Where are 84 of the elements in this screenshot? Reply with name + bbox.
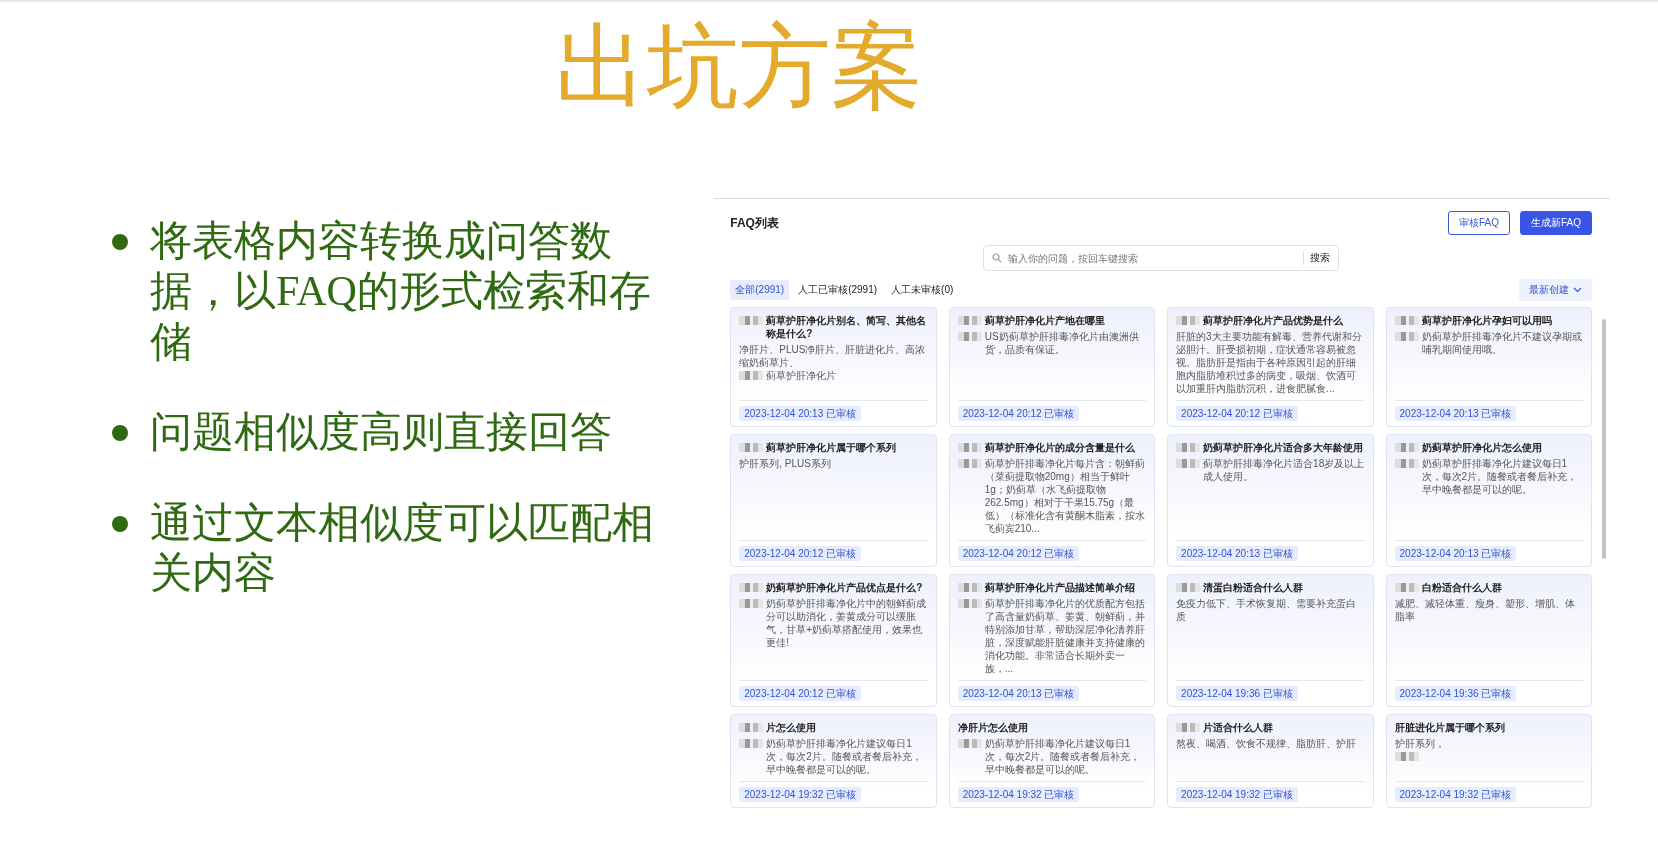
filter-tab[interactable]: 人工未审核(0) (886, 280, 959, 300)
review-button[interactable]: 审核FAQ (1447, 211, 1510, 235)
review-tag: 2023-12-04 20:12 已审核 (739, 546, 861, 561)
faq-answer: 奶蓟草护肝排毒净化片建议每日1次，每次2片。随餐或者餐后补充，早中晚餐都是可以的呢。 (1421, 457, 1579, 496)
faq-answer: 蓟草护肝排毒净化片适合18岁及以上成人使用。 (1203, 457, 1365, 483)
faq-answer: 蓟草护肝排毒净化片每片含：朝鲜蓟（菜蓟提取物20mg）相当于鲜叶1g；奶蓟草（水飞蓟提取物262.5mg）相对于干果15.75g（最低）（标准化含有黄酮木脂素，按水飞蓟宾210... (984, 457, 1146, 535)
faq-answer: 蓟草护肝排毒净化片的优质配方包括了高含量奶蓟草、姜黄、朝鲜蓟，并特别添加甘草，帮助深层净化清养肝脏，深度赋能肝脏健康并支持健康的消化功能。非常适合长期外卖一族，... (984, 597, 1146, 675)
faq-question: 蓟草护肝净化片的成分含量是什么 (984, 441, 1136, 454)
review-tag: 2023-12-04 20:12 已审核 (957, 406, 1080, 421)
filter-tab[interactable]: 人工已审核(2991) (793, 280, 883, 300)
review-tag: 2023-12-04 20:13 已审核 (957, 686, 1080, 701)
faq-card[interactable]: 清蛋白粉适合什么人群 免疫力低下、手术恢复期、需要补充蛋白质 2023-12-04 19:36 已审核 (1167, 574, 1374, 707)
faq-question: 白粉适合什么人群 (1421, 581, 1503, 594)
generate-button[interactable]: 生成新FAQ (1520, 211, 1592, 235)
faq-question: 蓟草护肝净化片产品描述简单介绍 (984, 581, 1136, 594)
faq-card[interactable]: 蓟草护肝净化片孕妇可以用吗 奶蓟草护肝排毒净化片不建议孕期或哺乳期间使用哦。 2023-12-04 20:13 已审核 (1385, 307, 1592, 427)
faq-answer: US奶蓟草护肝排毒净化片由澳洲供货，品质有保证。 (984, 330, 1140, 356)
review-tag: 2023-12-04 19:32 已审核 (1176, 787, 1298, 802)
faq-card[interactable]: 奶蓟草护肝净化片适合多大年龄使用 蓟草护肝排毒净化片适合18岁及以上成人使用。 2023-12-04 20:13 已审核 (1167, 434, 1374, 567)
faq-card[interactable]: 蓟草护肝净化片产品描述简单介绍 蓟草护肝排毒净化片的优质配方包括了高含量奶蓟草、姜黄、朝鲜蓟，并特别添加甘草，帮助深层净化清养肝脏，深度赋能肝脏健康并支持健康的消化功能。非常适合长期外卖一族，... 2023-12-04 20:13 已审核 (948, 574, 1156, 707)
faq-card[interactable]: 蓟草护肝净化片别名、简写、其他名称是什么? 净肝片、PLUS净肝片、肝脏进化片、高浓缩奶蓟草片、 蓟草护肝净化片 2023-12-04 20:13 已审核 (730, 307, 937, 427)
faq-card[interactable]: 片适合什么人群 熬夜、喝酒、饮食不规律、脂肪肝、护肝 2023-12-04 19:32 已审核 (1167, 714, 1374, 808)
faq-question: 片怎么使用 (766, 721, 818, 734)
search-icon (992, 253, 1003, 263)
faq-question: 奶蓟草护肝净化片产品优点是什么? (766, 581, 924, 594)
faq-card[interactable]: 蓟草护肝净化片属于哪个系列 护肝系列, PLUS系列 2023-12-04 20:12 已审核 (730, 434, 937, 567)
faq-answer: 减肥、减轻体重、瘦身、塑形、增肌、体脂率 (1394, 597, 1576, 623)
panel-title: FAQ列表 (730, 214, 779, 232)
faq-answer: 奶蓟草护肝排毒净化片建议每日1次，每次2片。随餐或者餐后补充，早中晚餐都是可以的呢。 (984, 737, 1142, 776)
review-tag: 2023-12-04 19:32 已审核 (1394, 787, 1517, 802)
faq-card[interactable]: 奶蓟草护肝净化片怎么使用 奶蓟草护肝排毒净化片建议每日1次，每次2片。随餐或者餐后补充，早中晚餐都是可以的呢。 2023-12-04 20:13 已审核 (1385, 434, 1592, 567)
faq-answer: 奶蓟草护肝排毒净化片建议每日1次，每次2片。随餐或者餐后补充，早中晚餐都是可以的呢。 (766, 737, 923, 776)
faq-answer: 净肝片、PLUS净肝片、肝脏进化片、高浓缩奶蓟草片、 (739, 343, 927, 369)
faq-card[interactable]: 肝脏进化片属于哪个系列 护肝系列， 2023-12-04 19:32 已审核 (1385, 714, 1592, 808)
review-tag: 2023-12-04 20:13 已审核 (1394, 546, 1517, 561)
faq-card[interactable]: 蓟草护肝净化片产地在哪里 US奶蓟草护肝排毒净化片由澳洲供货，品质有保证。 2023-12-04 20:12 已审核 (948, 307, 1156, 427)
filter-tab[interactable]: 全部(2991) (730, 280, 790, 300)
faq-answer: 护肝系列, PLUS系列 (739, 457, 832, 470)
faq-card[interactable]: 蓟草护肝净化片的成分含量是什么 蓟草护肝排毒净化片每片含：朝鲜蓟（菜蓟提取物20mg）相当于鲜叶1g；奶蓟草（水飞蓟提取物262.5mg）相对于干果15.75g（最低）（标准化含有黄酮木脂素，按水飞蓟宾210... 2023-12-04 20:12 已审核 (948, 434, 1156, 567)
search-button[interactable]: 搜索 (1303, 251, 1331, 265)
bullet-icon (112, 515, 128, 532)
faq-answer: 肝脏的3大主要功能有解毒、营养代谢和分泌胆汁。肝受损初期，症状通常容易被忽视。脂肪肝是指由于各种原因引起的肝细胞内脂肪堆积过多的病变，吸烟、饮酒可以加重肝内脂肪沉积，进食肥腻食... (1176, 330, 1363, 395)
bullet-text: 将表格内容转换成问答数据，以FAQ的形式检索和存储 (150, 217, 652, 367)
review-tag: 2023-12-04 20:12 已审核 (957, 546, 1080, 561)
faq-card[interactable]: 净肝片怎么使用 奶蓟草护肝排毒净化片建议每日1次，每次2片。随餐或者餐后补充，早中晚餐都是可以的呢。 2023-12-04 19:32 已审核 (948, 714, 1156, 808)
chevron-down-icon (1573, 287, 1582, 293)
faq-answer: 奶蓟草护肝排毒净化片中的朝鲜蓟成分可以助消化，姜黄成分可以缓胀气，甘草+奶蓟草搭配使用，效果也更佳! (766, 597, 928, 649)
faq-question: 蓟草护肝净化片孕妇可以用吗 (1421, 314, 1553, 327)
review-tag: 2023-12-04 20:12 已审核 (1176, 406, 1298, 421)
scrollbar[interactable] (1602, 319, 1606, 559)
faq-card[interactable]: 片怎么使用 奶蓟草护肝排毒净化片建议每日1次，每次2片。随餐或者餐后补充，早中晚餐都是可以的呢。 2023-12-04 19:32 已审核 (730, 714, 937, 808)
faq-question: 片适合什么人群 (1203, 721, 1275, 734)
faq-question: 蓟草护肝净化片别名、简写、其他名称是什么? (766, 314, 928, 340)
review-tag: 2023-12-04 20:12 已审核 (739, 686, 861, 701)
review-tag: 2023-12-04 19:32 已审核 (957, 787, 1080, 802)
faq-card[interactable]: 蓟草护肝净化片产品优势是什么 肝脏的3大主要功能有解毒、营养代谢和分泌胆汁。肝受损初期，症状通常容易被忽视。脂肪肝是指由于各种原因引起的肝细胞内脂肪堆积过多的病变，吸烟、饮酒可以加重肝内脂肪沉积，进食肥腻食... 2023-12-04 20:12 已审核 (1167, 307, 1374, 427)
bullet-text: 通过文本相似度可以匹配相关内容 (150, 498, 655, 598)
faq-card[interactable]: 白粉适合什么人群 减肥、减轻体重、瘦身、塑形、增肌、体脂率 2023-12-04 19:36 已审核 (1385, 574, 1592, 707)
review-tag: 2023-12-04 20:13 已审核 (1394, 406, 1517, 421)
faq-question: 净肝片怎么使用 (957, 721, 1029, 734)
bullet-icon (112, 425, 128, 442)
review-tag: 2023-12-04 19:36 已审核 (1176, 686, 1298, 701)
search-field[interactable]: 输入你的问题，按回车键搜索 搜索 (983, 245, 1340, 271)
review-tag: 2023-12-04 19:36 已审核 (1394, 686, 1517, 701)
faq-answer: 奶蓟草护肝排毒净化片不建议孕期或哺乳期间使用哦。 (1421, 330, 1583, 356)
faq-card[interactable]: 奶蓟草护肝净化片产品优点是什么? 奶蓟草护肝排毒净化片中的朝鲜蓟成分可以助消化，姜黄成分可以缓胀气，甘草+奶蓟草搭配使用，效果也更佳! 2023-12-04 20:12 已审核 (730, 574, 937, 707)
faq-question: 肝脏进化片属于哪个系列 (1394, 721, 1506, 734)
faq-answer: 蓟草护肝净化片 (766, 369, 838, 382)
bullet-text: 问题相似度高则直接回答 (150, 408, 613, 458)
faq-question: 蓟草护肝净化片产品优势是什么 (1203, 314, 1345, 327)
sort-dropdown[interactable]: 最新创建 (1519, 279, 1592, 301)
review-tag: 2023-12-04 20:13 已审核 (1176, 546, 1298, 561)
faq-answer: 护肝系列， (1394, 737, 1446, 750)
faq-answer: 熬夜、喝酒、饮食不规律、脂肪肝、护肝 (1176, 737, 1358, 750)
faq-question: 清蛋白粉适合什么人群 (1203, 581, 1305, 594)
faq-question: 奶蓟草护肝净化片适合多大年龄使用 (1203, 441, 1365, 454)
faq-answer: 免疫力低下、手术恢复期、需要补充蛋白质 (1176, 597, 1358, 623)
faq-question: 蓟草护肝净化片产地在哪里 (984, 314, 1106, 327)
faq-question: 蓟草护肝净化片属于哪个系列 (766, 441, 898, 454)
review-tag: 2023-12-04 19:32 已审核 (739, 787, 861, 802)
slide-title: 出坑方案 (554, 15, 924, 120)
bullet-icon (112, 234, 128, 250)
faq-question: 奶蓟草护肝净化片怎么使用 (1421, 441, 1543, 454)
review-tag: 2023-12-04 20:13 已审核 (739, 406, 861, 421)
